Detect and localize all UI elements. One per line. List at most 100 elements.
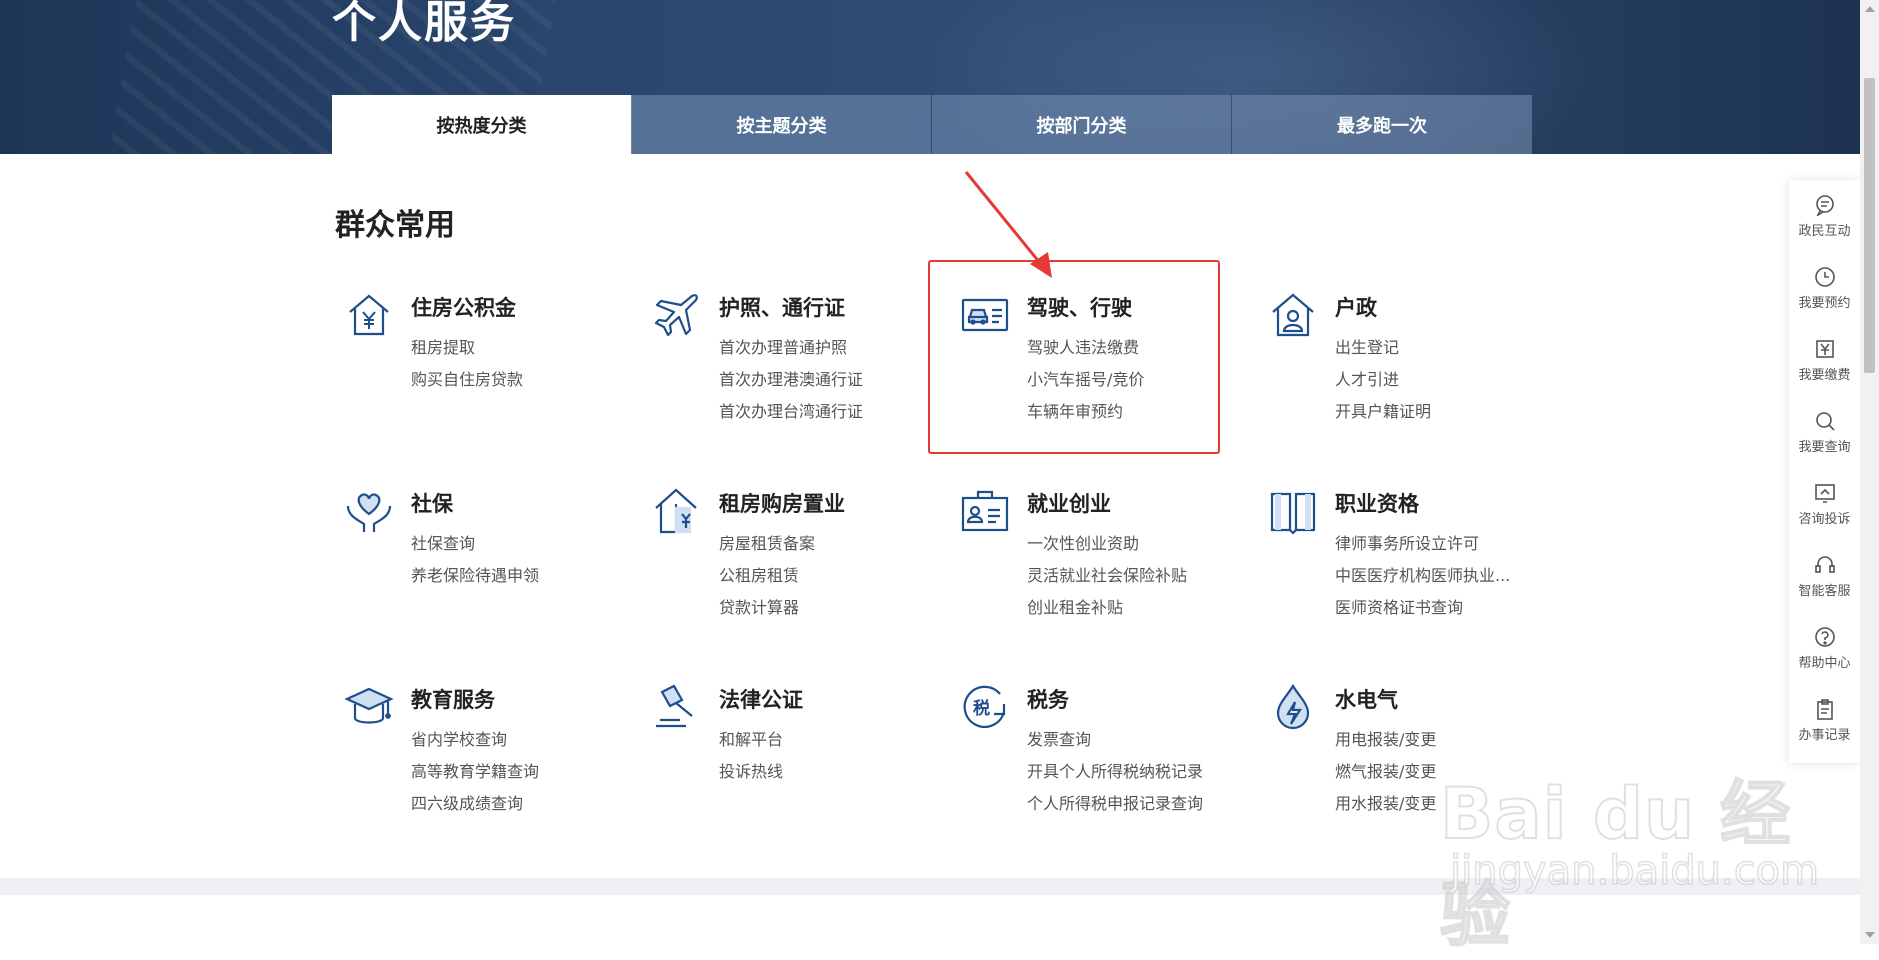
service-link[interactable]: 人才引进 [1335, 364, 1431, 396]
category-employment: 就业创业 一次性创业资助 灵活就业社会保险补贴 创业租金补贴 [956, 478, 1256, 648]
category-professional-qualification: 职业资格 律师事务所设立许可 中医医疗机构医师执业... 医师资格证书查询 [1264, 478, 1564, 648]
category-title: 职业资格 [1335, 492, 1419, 516]
service-link[interactable]: 中医医疗机构医师执业... [1335, 560, 1510, 592]
service-link[interactable]: 首次办理普通护照 [719, 332, 863, 364]
graduation-cap-icon [344, 682, 394, 732]
tab-run-once[interactable]: 最多跑一次 [1232, 95, 1532, 154]
water-bolt-icon [1268, 682, 1318, 732]
annotation-arrow [964, 171, 1052, 278]
open-book-icon [1268, 486, 1318, 536]
category-utilities: 水电气 用电报装/变更 燃气报装/变更 用水报装/变更 [1264, 674, 1564, 844]
footer-band [0, 878, 1860, 895]
service-link[interactable]: 房屋租赁备案 [719, 528, 815, 560]
complaint-icon [1814, 482, 1836, 504]
gavel-icon [652, 682, 702, 732]
service-link[interactable]: 律师事务所设立许可 [1335, 528, 1510, 560]
service-link[interactable]: 首次办理港澳通行证 [719, 364, 863, 396]
vertical-scrollbar[interactable] [1860, 0, 1879, 944]
service-link[interactable]: 灵活就业社会保险补贴 [1027, 560, 1187, 592]
headset-icon [1814, 554, 1836, 576]
section-title: 群众常用 [335, 208, 455, 243]
category-title: 教育服务 [411, 688, 495, 712]
category-legal-notary: 法律公证 和解平台 投诉热线 [648, 674, 948, 844]
rail-item-help[interactable]: 帮助中心 [1789, 612, 1860, 684]
service-link[interactable]: 投诉热线 [719, 756, 783, 788]
category-social-security: 社保 社保查询 养老保险待遇申领 [340, 478, 640, 648]
service-link[interactable]: 省内学校查询 [411, 724, 539, 756]
scroll-up-icon[interactable] [1865, 6, 1875, 12]
category-housing-purchase: 租房购房置业 房屋租赁备案 公租房租赁 贷款计算器 [648, 478, 948, 648]
rail-item-query[interactable]: 我要查询 [1789, 396, 1860, 468]
service-link[interactable]: 小汽车摇号/竞价 [1027, 364, 1144, 396]
service-link[interactable]: 医师资格证书查询 [1335, 592, 1510, 624]
category-tax: 税 税务 发票查询 开具个人所得税纳税记录 个人所得税申报记录查询 [956, 674, 1256, 844]
service-link[interactable]: 高等教育学籍查询 [411, 756, 539, 788]
category-passport: 护照、通行证 首次办理普通护照 首次办理港澳通行证 首次办理台湾通行证 [648, 282, 948, 452]
service-link[interactable]: 一次性创业资助 [1027, 528, 1187, 560]
tax-icon: 税 [960, 682, 1010, 732]
service-link[interactable]: 开具户籍证明 [1335, 396, 1431, 428]
hero-banner: 个人服务 按热度分类 按主题分类 按部门分类 最多跑一次 [0, 0, 1860, 154]
tab-by-popularity[interactable]: 按热度分类 [332, 95, 632, 154]
service-link[interactable]: 发票查询 [1027, 724, 1203, 756]
service-link[interactable]: 购买自住房贷款 [411, 364, 523, 396]
service-link[interactable]: 社保查询 [411, 528, 539, 560]
rail-label: 我要缴费 [1798, 368, 1851, 383]
category-grid: 住房公积金 租房提取 购买自住房贷款 护照、通行证 首次办理普通护照 首次办理港… [340, 282, 1600, 842]
service-link[interactable]: 驾驶人违法缴费 [1027, 332, 1144, 364]
clipboard-icon [1814, 698, 1836, 720]
rail-item-complaint[interactable]: 咨询投诉 [1789, 468, 1860, 540]
service-link[interactable]: 用电报装/变更 [1335, 724, 1436, 756]
page-title: 个人服务 [332, 0, 516, 48]
category-tabs: 按热度分类 按主题分类 按部门分类 最多跑一次 [332, 95, 1532, 154]
service-link[interactable]: 四六级成绩查询 [411, 788, 539, 820]
category-title: 税务 [1027, 688, 1069, 712]
rail-label: 我要查询 [1798, 440, 1851, 455]
service-link[interactable]: 用水报装/变更 [1335, 788, 1436, 820]
rail-item-appointment[interactable]: 我要预约 [1789, 252, 1860, 324]
scroll-down-icon[interactable] [1865, 932, 1875, 938]
svg-text:税: 税 [973, 698, 990, 719]
service-link[interactable]: 贷款计算器 [719, 592, 815, 624]
service-link[interactable]: 出生登记 [1335, 332, 1431, 364]
house-purchase-icon [652, 486, 702, 536]
heart-hands-icon [344, 486, 394, 536]
rail-label: 办事记录 [1798, 728, 1851, 743]
service-link[interactable]: 首次办理台湾通行证 [719, 396, 863, 428]
category-title: 法律公证 [719, 688, 803, 712]
quick-service-rail: 政民互动 我要预约 我要缴费 我要查询 咨询投诉 智能客服 帮助中心 办事记录 [1789, 180, 1860, 763]
category-title: 驾驶、行驶 [1027, 296, 1132, 320]
service-link[interactable]: 车辆年审预约 [1027, 396, 1144, 428]
service-link[interactable]: 个人所得税申报记录查询 [1027, 788, 1203, 820]
rail-label: 我要预约 [1798, 296, 1851, 311]
rail-label: 政民互动 [1798, 224, 1851, 239]
scrollbar-thumb[interactable] [1864, 78, 1875, 373]
category-driving: 驾驶、行驶 驾驶人违法缴费 小汽车摇号/竞价 车辆年审预约 [956, 282, 1256, 452]
tab-by-theme[interactable]: 按主题分类 [632, 95, 932, 154]
rail-label: 咨询投诉 [1798, 512, 1851, 527]
category-household-registration: 户政 出生登记 人才引进 开具户籍证明 [1264, 282, 1564, 452]
service-link[interactable]: 养老保险待遇申领 [411, 560, 539, 592]
rail-item-records[interactable]: 办事记录 [1789, 684, 1860, 756]
service-link[interactable]: 开具个人所得税纳税记录 [1027, 756, 1203, 788]
service-link[interactable]: 和解平台 [719, 724, 783, 756]
help-icon [1814, 626, 1836, 648]
airplane-icon [652, 290, 702, 340]
category-title: 社保 [411, 492, 453, 516]
service-link[interactable]: 创业租金补贴 [1027, 592, 1187, 624]
rail-item-interaction[interactable]: 政民互动 [1789, 180, 1860, 252]
search-icon [1814, 410, 1836, 432]
house-yuan-icon [344, 290, 394, 340]
service-link[interactable]: 公租房租赁 [719, 560, 815, 592]
rail-item-payment[interactable]: 我要缴费 [1789, 324, 1860, 396]
briefcase-id-icon [960, 486, 1010, 536]
service-link[interactable]: 租房提取 [411, 332, 523, 364]
category-education: 教育服务 省内学校查询 高等教育学籍查询 四六级成绩查询 [340, 674, 640, 844]
service-link[interactable]: 燃气报装/变更 [1335, 756, 1436, 788]
rail-item-customer-service[interactable]: 智能客服 [1789, 540, 1860, 612]
rail-label: 帮助中心 [1798, 656, 1851, 671]
rail-label: 智能客服 [1798, 584, 1851, 599]
category-title: 护照、通行证 [719, 296, 845, 320]
tab-by-department[interactable]: 按部门分类 [932, 95, 1232, 154]
category-title: 就业创业 [1027, 492, 1111, 516]
